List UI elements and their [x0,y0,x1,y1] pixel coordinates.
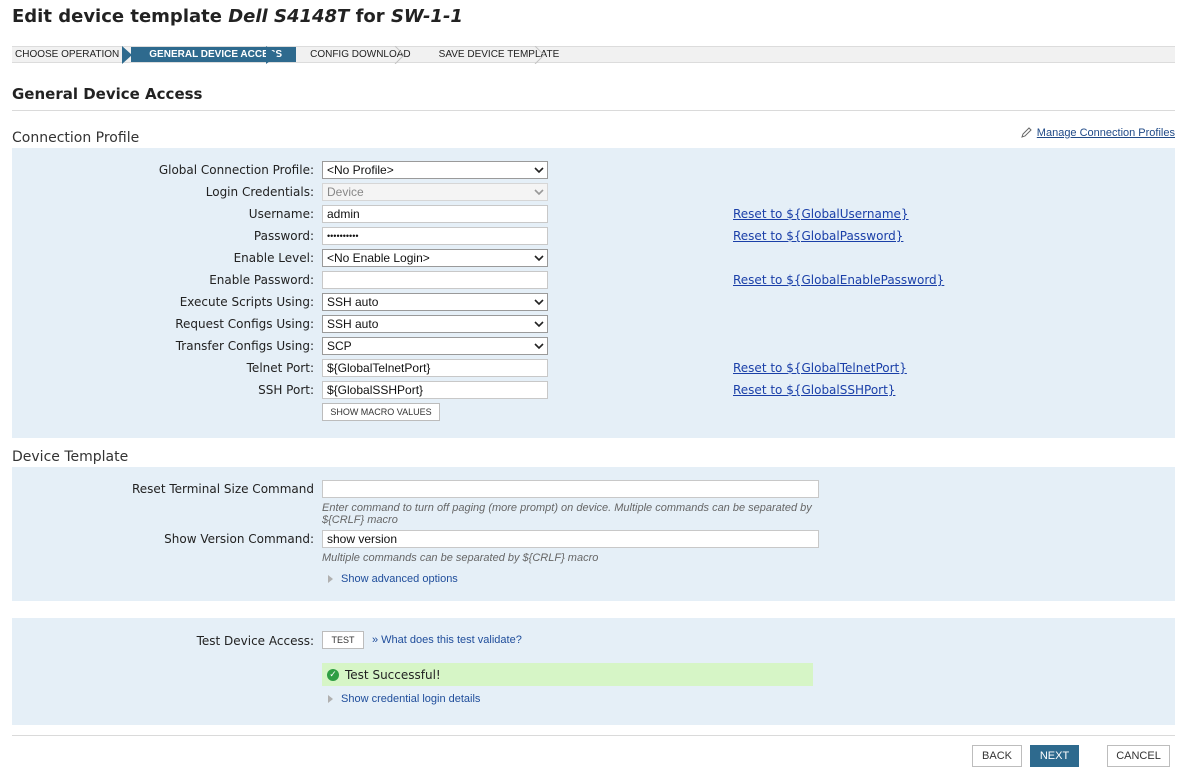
test-result-text: Test Successful! [345,667,441,682]
show-version-hint: Multiple commands can be separated by ${… [322,552,599,564]
password-label: Password: [253,229,314,243]
ssh-port-row: SSH Port: ${GlobalSSHPort} Reset to ${Gl… [12,380,1175,400]
enable-level-label: Enable Level: [233,251,314,265]
enable-password-row: Enable Password: Reset to ${GlobalEnable… [12,270,1175,290]
reset-terminal-input[interactable] [322,480,819,498]
chevron-down-icon [534,343,544,350]
back-button[interactable]: BACK [972,745,1022,767]
device-template-title: Device Template [12,449,129,465]
request-configs-label: Request Configs Using: [175,317,314,331]
username-input[interactable]: admin [322,205,548,223]
manage-link-label: Manage Connection Profiles [1036,126,1175,139]
global-profile-value: <No Profile> [327,163,394,177]
telnet-port-label: Telnet Port: [246,361,314,375]
transfer-configs-label: Transfer Configs Using: [175,339,314,353]
expand-triangle-icon [328,575,333,583]
chevron-icon [266,46,278,64]
show-version-input[interactable]: show version [322,530,819,548]
username-row: Username: admin Reset to ${GlobalUsernam… [12,204,1175,224]
request-configs-row: Request Configs Using: SSH auto [12,314,1175,334]
chevron-icon [394,46,405,64]
login-credentials-select: Device [322,183,548,201]
chevron-down-icon [534,321,544,328]
reset-enable-password-link[interactable]: Reset to ${GlobalEnablePassword} [733,273,944,287]
username-label: Username: [248,207,314,221]
chevron-down-icon [534,299,544,306]
execute-scripts-row: Execute Scripts Using: SSH auto [12,292,1175,312]
chevron-icon [534,46,545,64]
test-device-panel: Test Device Access: TEST » What does thi… [12,618,1175,725]
request-configs-select[interactable]: SSH auto [322,315,548,333]
wizard-chevrons [122,46,545,64]
show-version-label: Show Version Command: [164,532,314,546]
reset-terminal-row: Reset Terminal Size Command [12,479,1175,499]
test-success-banner: ✓ Test Successful! [322,663,813,686]
template-name: Dell S4148T [228,6,350,27]
reset-telnet-port-link[interactable]: Reset to ${GlobalTelnetPort} [733,361,907,375]
check-circle-icon: ✓ [327,668,339,681]
login-credentials-value: Device [327,185,364,199]
password-row: Password: •••••••••• Reset to ${GlobalPa… [12,226,1175,246]
chevron-down-icon [534,189,544,196]
connection-profile-title: Connection Profile [12,130,140,146]
device-template-panel: Reset Terminal Size Command Enter comman… [12,467,1175,601]
password-input[interactable]: •••••••••• [322,227,548,245]
show-advanced-options-label: Show advanced options [341,573,458,585]
next-button[interactable]: NEXT [1030,745,1079,767]
execute-scripts-label: Execute Scripts Using: [179,295,314,309]
global-profile-label: Global Connection Profile: [158,163,314,177]
expand-triangle-icon [328,695,333,703]
telnet-port-input[interactable]: ${GlobalTelnetPort} [322,359,548,377]
execute-scripts-value: SSH auto [327,295,379,309]
enable-password-label: Enable Password: [209,273,314,287]
page-title: Edit device template Dell S4148T for SW-… [12,6,463,27]
footer-divider [12,735,1175,736]
show-version-row: Show Version Command: show version [12,529,1175,549]
what-does-test-validate-link[interactable]: » What does this test validate? [372,634,522,646]
enable-level-select[interactable]: <No Enable Login> [322,249,548,267]
global-profile-select[interactable]: <No Profile> [322,161,548,179]
chevron-icon [122,46,132,64]
chevron-down-icon [534,255,544,262]
show-credential-login-details-toggle[interactable]: Show credential login details [328,693,480,705]
section-title: General Device Access [12,85,1175,111]
reset-ssh-port-link[interactable]: Reset to ${GlobalSSHPort} [733,383,895,397]
reset-terminal-label: Reset Terminal Size Command [132,482,314,496]
enable-password-input[interactable] [322,271,548,289]
reset-password-link[interactable]: Reset to ${GlobalPassword} [733,229,903,243]
cancel-button[interactable]: CANCEL [1107,745,1170,767]
pencil-icon [1021,127,1032,138]
telnet-port-row: Telnet Port: ${GlobalTelnetPort} Reset t… [12,358,1175,378]
show-macro-values-button[interactable]: SHOW MACRO VALUES [322,403,440,421]
manage-connection-profiles-link[interactable]: Manage Connection Profiles [1020,126,1175,139]
show-advanced-options-toggle[interactable]: Show advanced options [328,573,458,585]
connection-profile-panel: Global Connection Profile: <No Profile> … [12,148,1175,438]
transfer-configs-row: Transfer Configs Using: SCP [12,336,1175,356]
ssh-port-input[interactable]: ${GlobalSSHPort} [322,381,548,399]
login-credentials-row: Login Credentials: Device [12,182,1175,202]
show-credential-login-details-label: Show credential login details [341,693,481,705]
title-mid: for [349,6,391,27]
request-configs-value: SSH auto [327,317,379,331]
transfer-configs-value: SCP [327,339,352,353]
global-profile-row: Global Connection Profile: <No Profile> [12,160,1175,180]
reset-terminal-hint: Enter command to turn off paging (more p… [322,502,812,526]
transfer-configs-select[interactable]: SCP [322,337,548,355]
test-button[interactable]: TEST [322,631,364,649]
device-name: SW-1-1 [390,6,463,27]
title-prefix: Edit device template [12,6,229,27]
login-credentials-label: Login Credentials: [205,185,314,199]
test-device-label: Test Device Access: [196,634,314,648]
enable-level-row: Enable Level: <No Enable Login> [12,248,1175,268]
enable-level-value: <No Enable Login> [327,251,430,265]
test-device-row: Test Device Access: TEST » What does thi… [12,631,1175,651]
reset-username-link[interactable]: Reset to ${GlobalUsername} [733,207,909,221]
execute-scripts-select[interactable]: SSH auto [322,293,548,311]
chevron-down-icon [534,167,544,174]
ssh-port-label: SSH Port: [258,383,314,397]
